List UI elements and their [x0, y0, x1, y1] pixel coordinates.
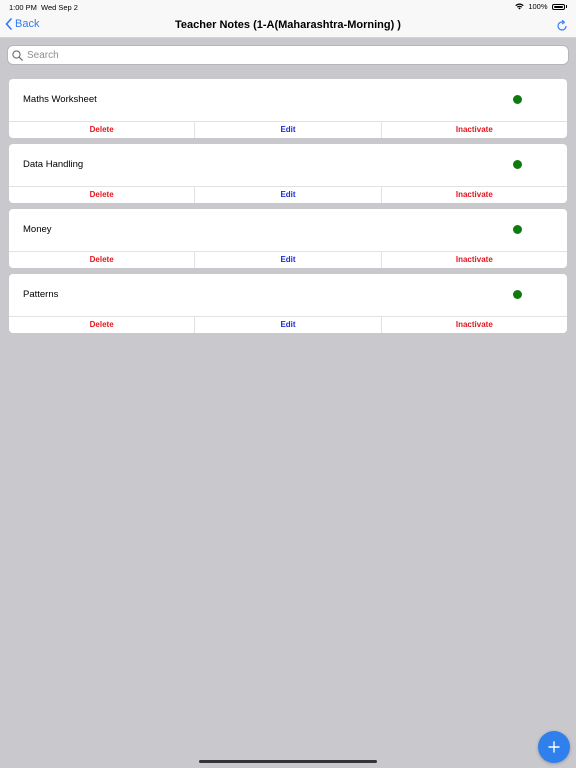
wifi-icon	[515, 3, 525, 10]
note-title: Data Handling	[23, 159, 84, 170]
delete-button[interactable]: Delete	[9, 317, 194, 333]
search-field[interactable]	[7, 45, 569, 65]
refresh-button[interactable]	[556, 19, 568, 37]
status-time: 1:00 PM	[9, 3, 37, 12]
status-bar: 1:00 PM Wed Sep 2 100%	[0, 0, 576, 14]
search-input[interactable]	[27, 49, 527, 61]
inactivate-button[interactable]: Inactivate	[380, 252, 567, 268]
page-title: Teacher Notes (1-A(Maharashtra-Morning) …	[175, 19, 401, 31]
notes-list: Maths Worksheet Delete Edit Inactivate D…	[9, 79, 567, 339]
edit-button[interactable]: Edit	[194, 317, 380, 333]
active-status-dot	[513, 160, 522, 169]
note-actions: Delete Edit Inactivate	[9, 251, 567, 268]
delete-button[interactable]: Delete	[9, 187, 194, 203]
refresh-icon	[557, 19, 567, 31]
battery-icon	[551, 3, 565, 10]
note-actions: Delete Edit Inactivate	[9, 316, 567, 333]
note-title: Patterns	[23, 289, 59, 300]
note-actions: Delete Edit Inactivate	[9, 186, 567, 203]
active-status-dot	[513, 225, 522, 234]
edit-button[interactable]: Edit	[194, 187, 380, 203]
note-card: Data Handling Delete Edit Inactivate	[9, 144, 567, 203]
edit-button[interactable]: Edit	[194, 122, 380, 138]
home-indicator	[199, 760, 377, 763]
active-status-dot	[513, 95, 522, 104]
battery-tip	[565, 5, 567, 8]
status-indicators: 100%	[515, 2, 567, 11]
note-actions: Delete Edit Inactivate	[9, 121, 567, 138]
note-card: Maths Worksheet Delete Edit Inactivate	[9, 79, 567, 138]
delete-button[interactable]: Delete	[9, 122, 194, 138]
active-status-dot	[513, 290, 522, 299]
status-date: Wed Sep 2	[41, 3, 78, 12]
note-title: Maths Worksheet	[23, 94, 97, 105]
inactivate-button[interactable]: Inactivate	[380, 317, 567, 333]
navigation-bar: Back Teacher Notes (1-A(Maharashtra-Morn…	[0, 14, 576, 38]
search-icon	[12, 49, 23, 61]
delete-button[interactable]: Delete	[9, 252, 194, 268]
note-title: Money	[23, 224, 52, 235]
note-card: Money Delete Edit Inactivate	[9, 209, 567, 268]
inactivate-button[interactable]: Inactivate	[380, 187, 567, 203]
plus-icon	[548, 741, 560, 753]
battery-percent: 100%	[528, 2, 548, 11]
edit-button[interactable]: Edit	[194, 252, 380, 268]
add-note-button[interactable]	[538, 731, 570, 763]
search-bar	[0, 38, 576, 72]
inactivate-button[interactable]: Inactivate	[380, 122, 567, 138]
note-card: Patterns Delete Edit Inactivate	[9, 274, 567, 333]
